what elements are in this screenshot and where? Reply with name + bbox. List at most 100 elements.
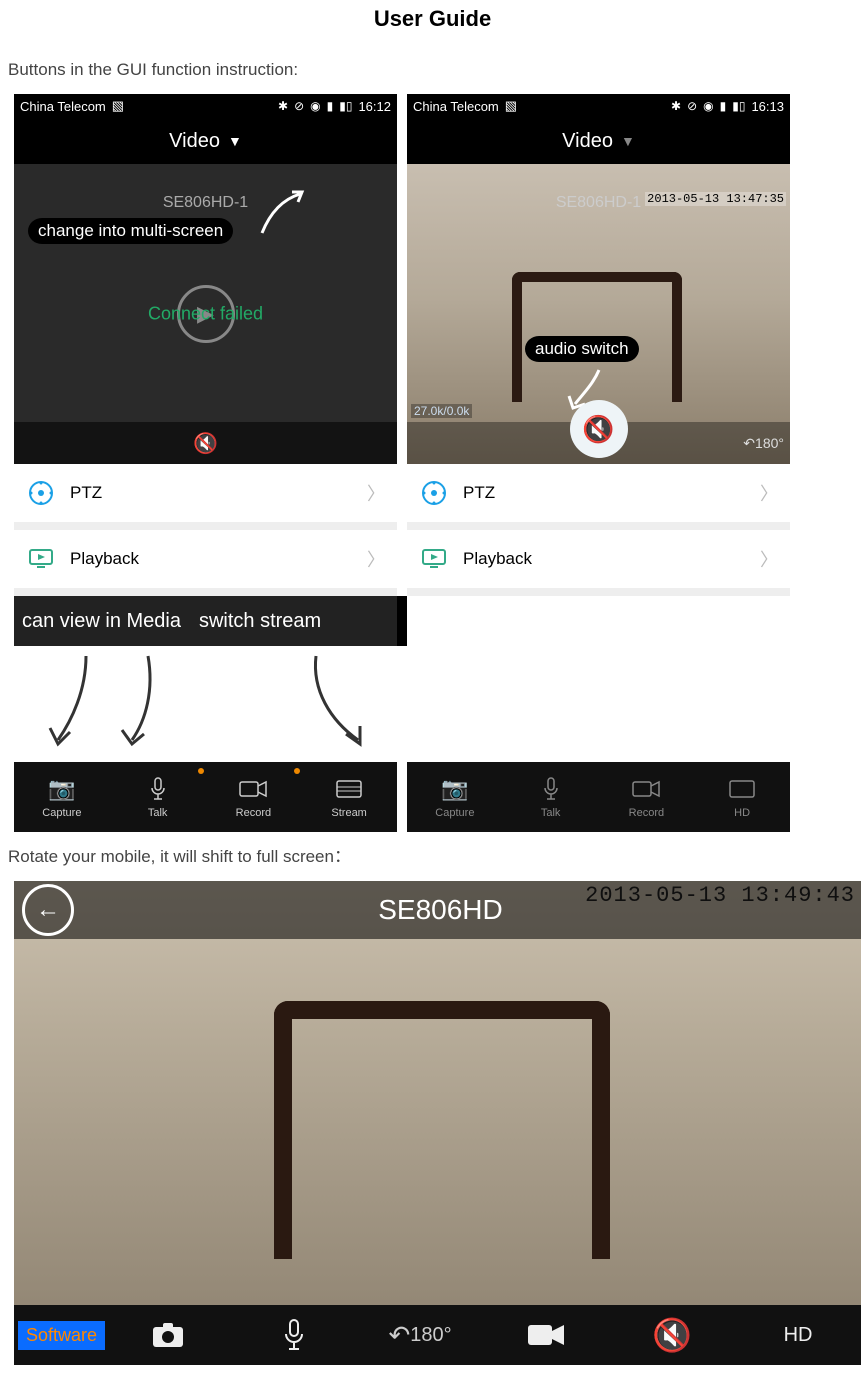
signal-icon: ▮ bbox=[327, 99, 334, 113]
video-overlay-bar: 🔇 bbox=[14, 422, 397, 464]
mute-icon[interactable]: 🔇 bbox=[193, 431, 218, 456]
record-icon bbox=[631, 775, 661, 803]
playback-item[interactable]: Playback 〉 bbox=[14, 530, 397, 596]
record-button[interactable]: Record bbox=[599, 762, 695, 832]
hd-button[interactable]: HD bbox=[694, 762, 790, 832]
ptz-label: PTZ bbox=[463, 483, 495, 503]
annotation-stream: switch stream bbox=[199, 610, 321, 633]
dnd-icon: ⊘ bbox=[687, 99, 697, 113]
talk-button[interactable]: Talk bbox=[110, 762, 206, 832]
status-bar: China Telecom ▧ ✱ ⊘ ◉ ▮ ▮▯ 16:12 bbox=[14, 94, 397, 118]
record-button[interactable] bbox=[483, 1321, 609, 1349]
sim-icon: ▧ bbox=[112, 98, 124, 114]
hd-label: HD bbox=[734, 807, 750, 819]
carrier-label: China Telecom bbox=[20, 99, 106, 114]
ptz-label: PTZ bbox=[70, 483, 102, 503]
bottom-toolbar: 📷 Capture Talk Record bbox=[14, 762, 397, 832]
status-bar: China Telecom ▧ ✱ ⊘ ◉ ▮ ▮▯ 16:13 bbox=[407, 94, 790, 118]
wifi-icon: ◉ bbox=[703, 99, 713, 113]
carrier-label: China Telecom bbox=[413, 99, 499, 114]
capture-label: Capture bbox=[42, 807, 81, 819]
bluetooth-icon: ✱ bbox=[278, 99, 288, 113]
rotate-label: 180° bbox=[755, 435, 784, 451]
back-button[interactable]: ← bbox=[22, 884, 74, 936]
rotate-button[interactable]: ↶180° bbox=[357, 1320, 483, 1351]
mute-icon: 🔇 bbox=[652, 1316, 692, 1354]
capture-button[interactable] bbox=[105, 1321, 231, 1349]
wifi-icon: ◉ bbox=[310, 99, 320, 113]
record-icon bbox=[526, 1321, 566, 1349]
camera-icon: 📷 bbox=[48, 775, 75, 803]
capture-button[interactable]: 📷 Capture bbox=[14, 762, 110, 832]
playback-label: Playback bbox=[463, 549, 532, 569]
ptz-icon bbox=[419, 478, 449, 508]
stream-label: Stream bbox=[331, 807, 366, 819]
ptz-icon bbox=[26, 478, 56, 508]
playback-icon bbox=[419, 544, 449, 574]
playback-item[interactable]: Playback 〉 bbox=[407, 530, 790, 596]
stream-icon bbox=[335, 775, 363, 803]
blank-area bbox=[407, 596, 790, 762]
mute-button[interactable]: 🔇 bbox=[609, 1316, 735, 1354]
capture-button[interactable]: 📷 Capture bbox=[407, 762, 503, 832]
device-label: SE806HD-1 bbox=[163, 194, 248, 212]
audio-toggle[interactable]: 🔇 bbox=[570, 400, 628, 458]
stream-button[interactable]: Stream bbox=[301, 762, 397, 832]
hd-icon bbox=[728, 775, 756, 803]
chair-graphic bbox=[274, 1001, 634, 1281]
bitrate-label: 27.0k/0.0k bbox=[411, 404, 472, 418]
chevron-right-icon: 〉 bbox=[760, 546, 778, 572]
phone-screenshot-right: China Telecom ▧ ✱ ⊘ ◉ ▮ ▮▯ 16:13 Video ▼ bbox=[407, 94, 790, 832]
arrow-to-talk bbox=[104, 650, 174, 750]
video-timestamp: 2013-05-13 13:47:35 bbox=[645, 192, 786, 206]
record-label: Record bbox=[236, 807, 271, 819]
annotation-strip: can view in Media switch stream bbox=[14, 596, 397, 646]
fullscreen-toolbar: Software ↶180° 🔇 HD bbox=[14, 1305, 861, 1365]
record-icon bbox=[238, 775, 268, 803]
camera-icon: 📷 bbox=[441, 775, 468, 803]
video-header-label: Video bbox=[169, 130, 220, 153]
phone-screenshot-left: China Telecom ▧ ✱ ⊘ ◉ ▮ ▮▯ 16:12 Video ▼… bbox=[14, 94, 397, 832]
page-title: User Guide bbox=[8, 6, 857, 32]
battery-icon: ▮▯ bbox=[339, 99, 352, 113]
record-label: Record bbox=[629, 807, 664, 819]
annotation-audio: audio switch bbox=[525, 336, 639, 362]
annotation-media: can view in Media bbox=[22, 610, 181, 633]
screenshots-row: China Telecom ▧ ✱ ⊘ ◉ ▮ ▮▯ 16:12 Video ▼… bbox=[14, 94, 857, 832]
talk-label: Talk bbox=[148, 807, 168, 819]
chevron-right-icon: 〉 bbox=[367, 480, 385, 506]
chevron-right-icon: 〉 bbox=[760, 480, 778, 506]
annotation-multiscreen: change into multi-screen bbox=[28, 218, 233, 244]
camera-icon bbox=[151, 1321, 185, 1349]
ptz-item[interactable]: PTZ 〉 bbox=[14, 464, 397, 530]
fullscreen-screenshot: 2013-05-13 13:49:43 ← SE806HD H Software… bbox=[14, 881, 861, 1365]
clock: 16:12 bbox=[358, 99, 391, 114]
talk-label: Talk bbox=[541, 807, 561, 819]
intro-text: Buttons in the GUI function instruction: bbox=[8, 60, 857, 80]
rotate-button[interactable]: ↶180° bbox=[743, 435, 784, 452]
talk-button[interactable]: Talk bbox=[503, 762, 599, 832]
clock: 16:13 bbox=[751, 99, 784, 114]
bottom-toolbar: 📷 Capture Talk Record bbox=[407, 762, 790, 832]
playback-icon bbox=[26, 544, 56, 574]
talk-button[interactable] bbox=[231, 1318, 357, 1352]
ptz-item[interactable]: PTZ 〉 bbox=[407, 464, 790, 530]
device-label: SE806HD-1 bbox=[556, 194, 641, 212]
dropdown-icon: ▼ bbox=[228, 133, 242, 149]
video-area[interactable]: SE806HD-1 change into multi-screen ▶ Con… bbox=[14, 164, 397, 464]
dropdown-icon: ▼ bbox=[621, 133, 635, 149]
video-header-label: Video bbox=[562, 130, 613, 153]
mic-icon bbox=[282, 1318, 306, 1352]
video-header[interactable]: Video ▼ bbox=[407, 118, 790, 164]
sim-icon: ▧ bbox=[505, 98, 517, 114]
arrow-to-stream bbox=[300, 650, 380, 750]
dnd-icon: ⊘ bbox=[294, 99, 304, 113]
video-header[interactable]: Video ▼ bbox=[14, 118, 397, 164]
fullscreen-topbar: ← SE806HD bbox=[14, 881, 861, 939]
video-area[interactable]: SE806HD-1 2013-05-13 13:47:35 audio swit… bbox=[407, 164, 790, 464]
software-button[interactable]: Software bbox=[18, 1321, 105, 1350]
arrow-to-dropdown bbox=[252, 188, 312, 238]
mic-icon bbox=[541, 775, 561, 803]
arrow-to-capture bbox=[38, 650, 108, 750]
record-button[interactable]: Record bbox=[206, 762, 302, 832]
